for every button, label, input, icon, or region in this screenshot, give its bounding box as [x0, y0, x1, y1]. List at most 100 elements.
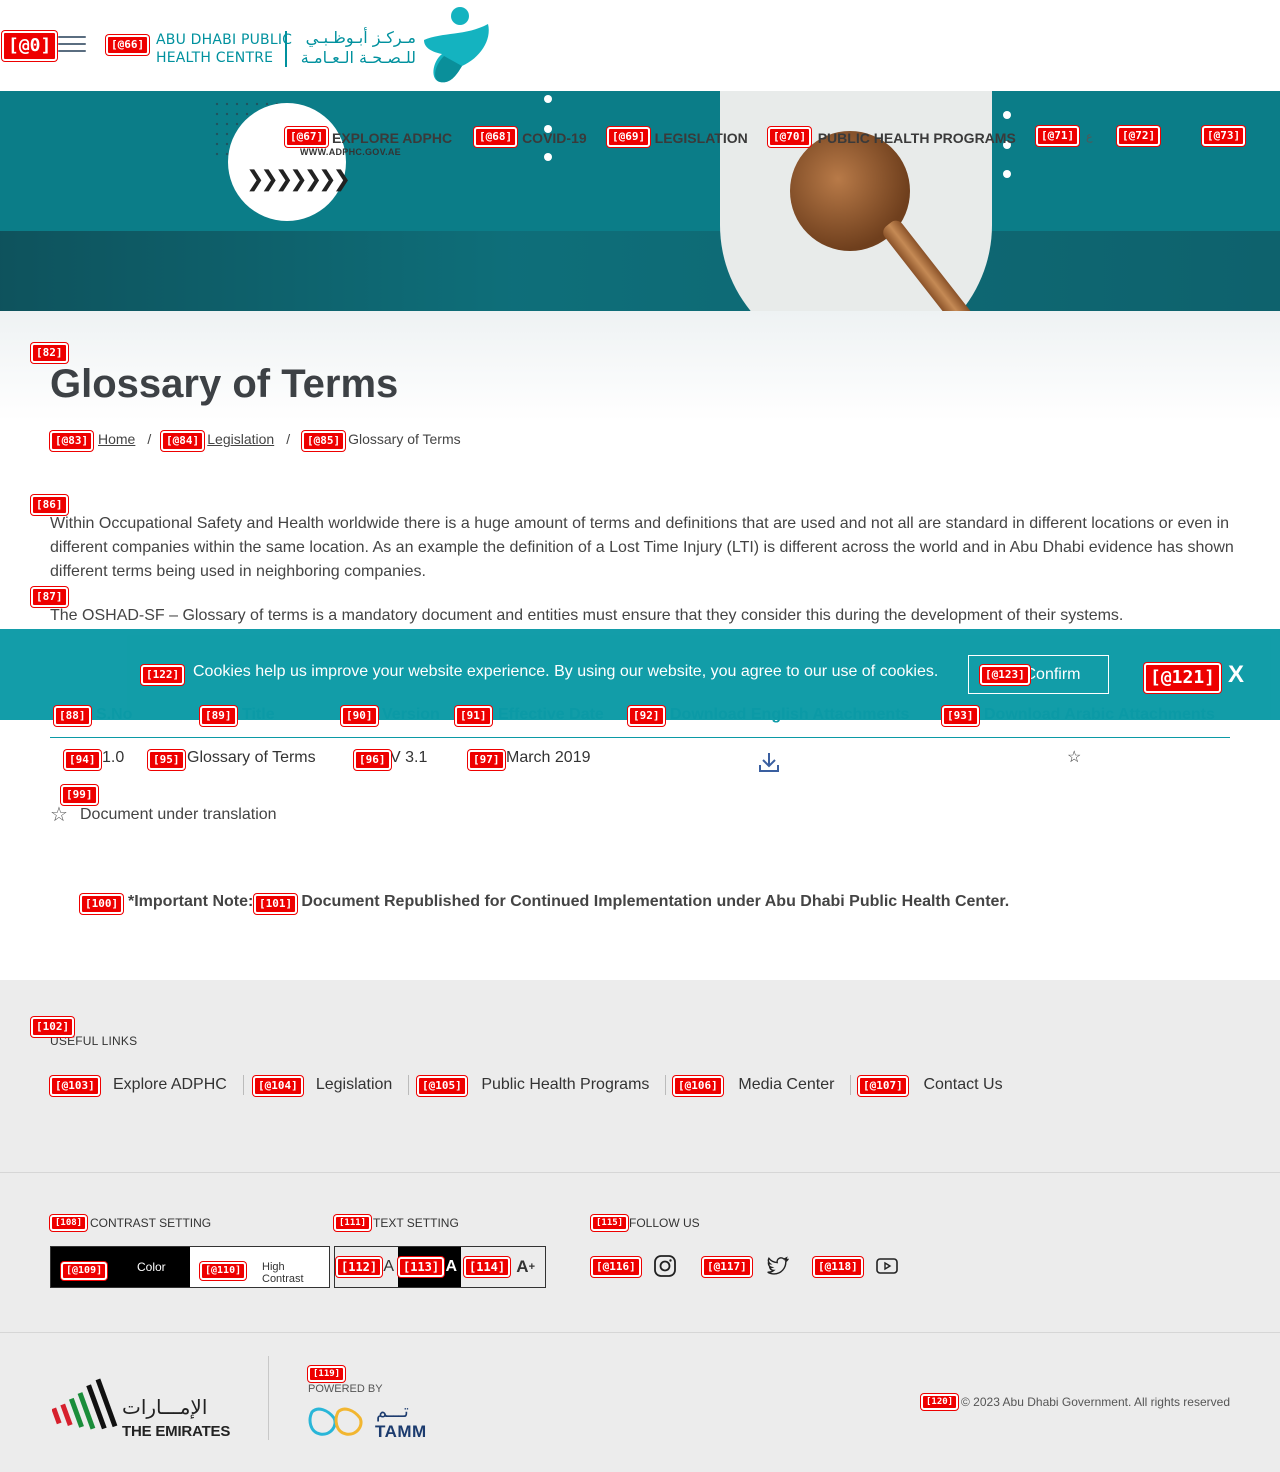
tag-label: [89]	[200, 706, 237, 726]
tag-label: [@67]	[285, 127, 329, 147]
tag-label: [91]	[455, 706, 492, 726]
intro-paragraph: Within Occupational Safety and Health wo…	[50, 515, 1234, 580]
cell-version: V 3.1	[390, 749, 428, 766]
cookie-text: Cookies help us improve your website exp…	[193, 663, 939, 680]
tag-label: [@105]	[417, 1076, 467, 1096]
divider	[665, 1075, 667, 1095]
footer-link-public-health[interactable]: Public Health Programs	[481, 1076, 649, 1094]
nav-legislation[interactable]: LEGISLATION	[655, 130, 748, 146]
logo-en-line1: ABU DHABI PUBLIC	[156, 32, 293, 48]
tag-label: [@103]	[50, 1076, 100, 1096]
tag-label: [@70]	[768, 127, 812, 147]
tag-label: [@83]	[50, 431, 94, 451]
tag-label: [97]	[468, 750, 505, 770]
tag-label: [101]	[254, 894, 298, 914]
contrast-high-line1: High	[262, 1261, 285, 1273]
tag-label: [@117]	[702, 1257, 752, 1277]
breadcrumb-separator: /	[147, 431, 152, 447]
hero-banner: ❯❯❯❯❯❯❯ WWW.ADPHC.GOV.AE	[0, 91, 1280, 311]
divider	[408, 1075, 410, 1095]
divider	[242, 1075, 244, 1095]
logo-divider	[285, 31, 287, 67]
twitter-icon[interactable]	[764, 1254, 790, 1278]
youtube-icon[interactable]	[874, 1254, 900, 1278]
divider	[850, 1075, 852, 1095]
hero-circle	[228, 103, 346, 221]
cell-sno: 1.0	[102, 749, 125, 766]
menu-icon[interactable]	[58, 36, 86, 56]
page-title: Glossary of Terms	[50, 362, 399, 406]
tag-label: [113]	[398, 1257, 445, 1277]
tag-label: [@73]	[1202, 126, 1246, 146]
note-text: Document Republished for Continued Imple…	[301, 893, 1010, 910]
cell-date: March 2019	[506, 749, 591, 766]
breadcrumb: Home / Legislation / Glossary of Terms	[98, 431, 461, 447]
tag-label: [@69]	[607, 127, 651, 147]
emirates-logo-icon[interactable]	[52, 1378, 122, 1440]
accessibility-icon[interactable]	[1258, 130, 1274, 144]
language-icon[interactable]: ع	[1086, 130, 1102, 144]
nav-public-health-programs[interactable]: PUBLIC HEALTH PROGRAMS	[818, 130, 1016, 146]
logo-arabic: مـركـز أبـوظـبـي للـصـحـة الـعـامـة	[296, 28, 416, 68]
tag-label: [87]	[31, 587, 68, 607]
hero-bead	[1003, 170, 1011, 178]
tag-label: [94]	[64, 750, 101, 770]
tag-label: [122]	[141, 665, 185, 685]
hero-dark-band	[0, 231, 1280, 311]
tag-label: [96]	[354, 750, 391, 770]
tag-label: [@110]	[200, 1262, 247, 1280]
footer-link-contact[interactable]: Contact Us	[923, 1076, 1002, 1094]
tag-label: [@116]	[591, 1257, 641, 1277]
tag-label: [@0]	[2, 31, 58, 61]
top-header: ABU DHABI PUBLIC HEALTH CENTRE مـركـز أب…	[0, 0, 1280, 91]
tag-label: [115]	[591, 1215, 629, 1231]
contrast-setting-title: CONTRAST SETTING	[90, 1216, 212, 1230]
tag-label: [@68]	[474, 127, 518, 147]
footer-link-legislation[interactable]: Legislation	[316, 1076, 393, 1094]
breadcrumb-separator: /	[286, 431, 291, 447]
hero-bead	[1003, 111, 1011, 119]
emirates-english: THE EMIRATES	[122, 1423, 231, 1440]
logo-en-line2: HEALTH CENTRE	[156, 50, 274, 66]
tag-label: [120]	[921, 1394, 959, 1410]
search-icon[interactable]	[1172, 130, 1188, 144]
footer-link-explore[interactable]: Explore ADPHC	[113, 1076, 227, 1094]
breadcrumb-home[interactable]: Home	[98, 431, 135, 447]
tag-label: [@123]	[980, 665, 1030, 685]
copyright: © 2023 Abu Dhabi Government. All rights …	[961, 1395, 1230, 1409]
hero-url: WWW.ADPHC.GOV.AE	[300, 147, 401, 157]
text-size-large-label: A	[516, 1257, 529, 1276]
tag-label: [111]	[334, 1215, 372, 1231]
table-row: 1.0 Glossary of Terms V 3.1 March 2019 ☆	[50, 745, 1230, 775]
nav-utility-icons: ع	[1086, 130, 1280, 144]
hero-bead	[544, 95, 552, 103]
tag-label: [90]	[341, 706, 378, 726]
nav-covid[interactable]: COVID-19	[522, 130, 587, 146]
logo-ar-line2: للـصـحـة الـعـامـة	[300, 48, 416, 67]
legend-text: Document under translation	[80, 806, 277, 823]
tamm-english: TAMM	[375, 1422, 427, 1441]
cell-title: Glossary of Terms	[187, 749, 316, 766]
nav-explore-adphc[interactable]: EXPLORE ADPHC	[332, 130, 452, 146]
download-icon[interactable]	[758, 751, 780, 773]
tag-label: [88]	[54, 706, 91, 726]
footer-link-media[interactable]: Media Center	[738, 1076, 834, 1094]
tag-label: [@118]	[813, 1257, 863, 1277]
instagram-icon[interactable]	[652, 1254, 678, 1278]
tamm-logo-icon[interactable]	[308, 1404, 364, 1440]
hero-bead	[544, 153, 552, 161]
contrast-high-line2: Contrast	[262, 1273, 304, 1285]
cookie-close-button[interactable]: X	[1228, 661, 1244, 689]
text-setting-title: TEXT SETTING	[373, 1216, 459, 1230]
adphc-logo[interactable]: ABU DHABI PUBLIC HEALTH CENTRE مـركـز أب…	[156, 6, 496, 86]
tag-label: [93]	[942, 706, 979, 726]
tag-label: [@71]	[1036, 126, 1080, 146]
follow-us-title: FOLLOW US	[629, 1216, 700, 1230]
logo-english: ABU DHABI PUBLIC HEALTH CENTRE	[156, 31, 292, 67]
tag-label: [114]	[464, 1257, 511, 1277]
tag-label: [95]	[148, 750, 185, 770]
tamm-arabic: تـــم	[376, 1401, 409, 1422]
tag-label: [82]	[31, 343, 68, 363]
tag-label: [99]	[61, 785, 98, 805]
tag-label: [@66]	[106, 35, 150, 55]
